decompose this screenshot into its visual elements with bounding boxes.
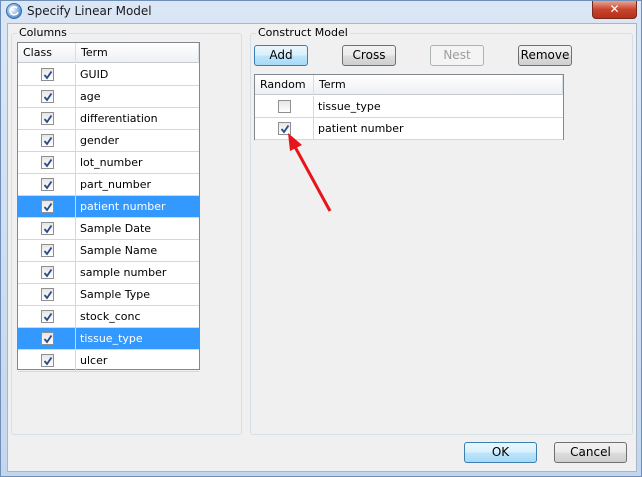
column-row[interactable]: stock_conc: [18, 306, 199, 328]
class-checkbox[interactable]: [41, 354, 54, 367]
column-term-label: stock_conc: [80, 310, 141, 323]
column-row[interactable]: Sample Name: [18, 240, 199, 262]
class-checkbox[interactable]: [41, 112, 54, 125]
remove-button[interactable]: Remove: [518, 45, 572, 66]
column-row[interactable]: gender: [18, 130, 199, 152]
dialog-client-area: Columns Class Term GUID age differentiatio…: [7, 23, 637, 472]
class-checkbox[interactable]: [41, 134, 54, 147]
class-checkbox[interactable]: [41, 200, 54, 213]
close-icon: ✕: [609, 2, 620, 16]
column-row[interactable]: age: [18, 86, 199, 108]
column-term-label: patient number: [80, 200, 166, 213]
column-row[interactable]: GUID: [18, 64, 199, 86]
term-column-header[interactable]: Term: [76, 43, 199, 63]
columns-grid-header: Class Term: [18, 43, 199, 63]
class-column-header[interactable]: Class: [18, 43, 76, 63]
class-checkbox[interactable]: [41, 266, 54, 279]
column-term-label: lot_number: [80, 156, 143, 169]
class-cell: [18, 86, 76, 107]
class-cell: [18, 64, 76, 85]
column-term-label: Sample Name: [80, 244, 158, 257]
construct-model-group-label: Construct Model: [256, 26, 350, 39]
class-cell: [18, 196, 76, 217]
class-checkbox[interactable]: [41, 90, 54, 103]
column-term-label: tissue_type: [80, 332, 143, 345]
class-checkbox[interactable]: [41, 332, 54, 345]
column-term-label: age: [80, 90, 101, 103]
class-cell: [18, 240, 76, 261]
column-row[interactable]: Sample Date: [18, 218, 199, 240]
column-term-label: differentiation: [80, 112, 158, 125]
ok-button[interactable]: OK: [464, 442, 537, 463]
class-cell: [18, 284, 76, 305]
app-icon: [6, 3, 22, 19]
class-checkbox[interactable]: [41, 156, 54, 169]
class-checkbox[interactable]: [41, 222, 54, 235]
class-cell: [18, 218, 76, 239]
column-term-label: sample number: [80, 266, 167, 279]
column-term-label: gender: [80, 134, 119, 147]
column-term-label: part_number: [80, 178, 151, 191]
column-row[interactable]: ulcer: [18, 350, 199, 372]
cross-button[interactable]: Cross: [342, 45, 396, 66]
column-row[interactable]: part_number: [18, 174, 199, 196]
nest-button[interactable]: Nest: [430, 45, 484, 66]
column-row[interactable]: lot_number: [18, 152, 199, 174]
class-checkbox[interactable]: [41, 68, 54, 81]
random-cell: [255, 96, 314, 117]
column-term-label: GUID: [80, 68, 109, 81]
model-term-label: tissue_type: [318, 100, 381, 113]
class-checkbox[interactable]: [41, 244, 54, 257]
column-row[interactable]: Sample Type: [18, 284, 199, 306]
columns-grid[interactable]: Class Term GUID age differentiation gender l…: [17, 42, 200, 372]
dialog-window: Specify Linear Model ✕ Columns Class Ter…: [0, 0, 642, 477]
column-row[interactable]: sample number: [18, 262, 199, 284]
annotation-arrow: [288, 133, 332, 212]
column-row[interactable]: tissue_type: [18, 328, 199, 350]
window-title: Specify Linear Model: [27, 4, 152, 18]
model-grid-header: Random Term: [255, 75, 563, 95]
class-cell: [18, 306, 76, 327]
class-cell: [18, 108, 76, 129]
column-term-label: Sample Type: [80, 288, 151, 301]
class-cell: [18, 152, 76, 173]
close-button[interactable]: ✕: [592, 1, 637, 19]
construct-model-group: Construct Model Add Cross Nest Remove Ra…: [250, 26, 633, 435]
class-cell: [18, 350, 76, 371]
cancel-button[interactable]: Cancel: [554, 442, 627, 463]
column-row[interactable]: patient number: [18, 196, 199, 218]
class-checkbox[interactable]: [41, 178, 54, 191]
model-term-column-header[interactable]: Term: [314, 75, 563, 95]
class-cell: [18, 130, 76, 151]
random-checkbox[interactable]: [278, 100, 291, 113]
class-cell: [18, 328, 76, 349]
column-term-label: ulcer: [80, 354, 108, 367]
model-term-label: patient number: [318, 122, 404, 135]
class-cell: [18, 174, 76, 195]
title-bar[interactable]: Specify Linear Model ✕: [1, 1, 641, 21]
column-row[interactable]: differentiation: [18, 108, 199, 130]
model-term-row[interactable]: tissue_type: [255, 96, 563, 118]
class-checkbox[interactable]: [41, 310, 54, 323]
class-cell: [18, 262, 76, 283]
columns-group-label: Columns: [17, 26, 69, 39]
add-button[interactable]: Add: [254, 45, 308, 66]
column-term-label: Sample Date: [80, 222, 152, 235]
columns-group: Columns Class Term GUID age differentiatio…: [11, 26, 242, 435]
random-column-header[interactable]: Random: [255, 75, 314, 95]
class-checkbox[interactable]: [41, 288, 54, 301]
